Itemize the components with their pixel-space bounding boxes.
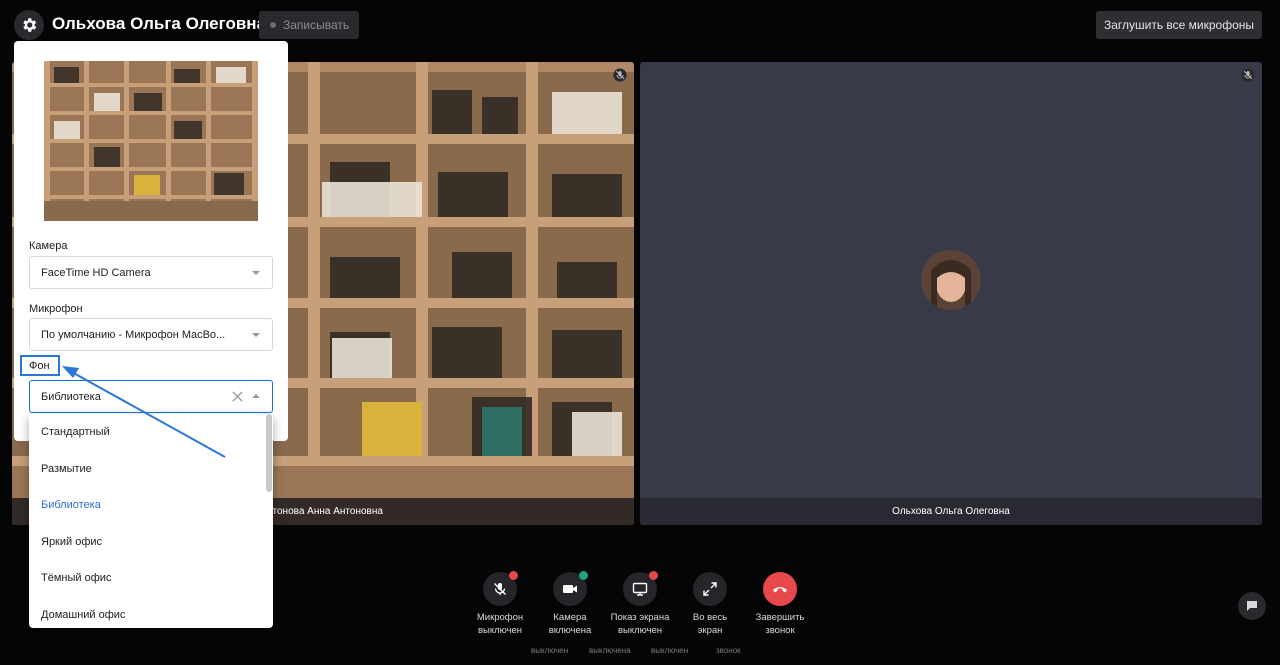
dropdown-option[interactable]: Яркий офис — [29, 524, 273, 561]
gear-icon — [23, 18, 37, 32]
dropdown-option[interactable]: Библиотека — [29, 487, 273, 524]
annotation-highlight-box — [20, 355, 60, 376]
status-badge — [579, 571, 588, 580]
hangup-circle[interactable] — [763, 572, 797, 606]
ghost-label: выключен — [651, 646, 689, 655]
settings-panel: Камера FaceTime HD Camera Микрофон По ум… — [14, 41, 288, 441]
control-screen-share-button[interactable]: Показ экрана выключен — [600, 571, 680, 637]
background-value: Библиотека — [41, 390, 101, 403]
dropdown-option[interactable]: Размытие — [29, 451, 273, 488]
control-label-line2: экран — [697, 625, 723, 636]
ghost-label: выключен — [531, 646, 569, 655]
control-label: Завершить звонок — [740, 611, 820, 637]
camera-preview — [44, 61, 258, 221]
status-badge — [509, 571, 518, 580]
control-label-line2: выключен — [617, 625, 663, 636]
control-mic-off-button[interactable]: Микрофон выключен — [460, 571, 540, 637]
dropdown-option[interactable]: Тёмный офис — [29, 560, 273, 597]
record-dot-icon — [270, 22, 276, 28]
microphone-value: По умолчанию - Микрофон MacBo... — [41, 328, 226, 341]
dropdown-option[interactable]: Домашний офис — [29, 597, 273, 629]
control-label: Показ экрана выключен — [600, 611, 680, 637]
screen-share-icon — [632, 581, 648, 597]
microphone-select[interactable]: По умолчанию - Микрофон MacBo... — [29, 318, 273, 351]
ghost-label: выключена — [589, 646, 631, 655]
control-label: Во весь экран — [670, 611, 750, 637]
video-tile-right[interactable]: Ольхова Ольга Олеговна — [640, 62, 1262, 525]
status-badge — [649, 571, 658, 580]
control-label-line1: Во весь — [692, 612, 728, 623]
control-label-line1: Микрофон — [476, 612, 524, 623]
avatar — [921, 250, 981, 310]
dropdown-scrollbar[interactable] — [266, 414, 272, 492]
tile-caption-right: Ольхова Ольга Олеговна — [640, 498, 1262, 525]
control-label-line1: Завершить — [755, 612, 805, 623]
clear-icon[interactable] — [231, 390, 244, 403]
fullscreen-circle[interactable] — [693, 572, 727, 606]
chat-icon — [1247, 601, 1257, 611]
fullscreen-icon — [702, 581, 718, 597]
mic-off-indicator-icon — [1241, 68, 1255, 82]
control-label-line1: Камера — [553, 612, 587, 623]
page-title: Ольхова Ольга Олеговна — [52, 14, 267, 33]
settings-gear-button[interactable] — [14, 10, 44, 40]
mic-off-icon — [492, 581, 508, 597]
dropdown-option[interactable]: Стандартный — [29, 414, 273, 451]
camera-label: Камера — [29, 240, 68, 252]
record-button[interactable]: Записывать — [259, 11, 359, 39]
camera-value: FaceTime HD Camera — [41, 266, 151, 279]
mic-off-circle[interactable] — [483, 571, 518, 606]
camera-select[interactable]: FaceTime HD Camera — [29, 256, 273, 289]
control-fullscreen-button[interactable]: Во весь экран — [670, 572, 750, 637]
background-select[interactable]: Библиотека — [29, 380, 273, 413]
control-label-line2: звонок — [765, 625, 795, 636]
chevron-down-icon — [252, 271, 260, 275]
control-camera-button[interactable]: Камера включена — [530, 571, 610, 637]
microphone-label: Микрофон — [29, 303, 83, 315]
chat-button[interactable] — [1238, 592, 1266, 620]
control-label-line1: Показ экрана — [610, 612, 670, 623]
mute-all-button[interactable]: Заглушить все микрофоны — [1096, 11, 1262, 39]
screen-share-circle[interactable] — [623, 571, 658, 606]
chevron-up-icon — [252, 394, 260, 398]
control-label-line2: включена — [548, 625, 592, 636]
control-hangup-button[interactable]: Завершить звонок — [740, 572, 820, 637]
record-label: Записывать — [283, 18, 350, 32]
camera-icon — [562, 581, 578, 597]
chevron-down-icon — [252, 333, 260, 337]
control-label: Камера включена — [530, 611, 610, 637]
mic-off-indicator-icon — [613, 68, 627, 82]
hangup-icon — [771, 580, 789, 598]
control-label: Микрофон выключен — [460, 611, 540, 637]
ghost-label: звонок — [716, 646, 741, 655]
camera-circle[interactable] — [553, 571, 588, 606]
background-dropdown: Стандартный Размытие Библиотека Яркий офис Т… — [29, 414, 273, 628]
control-label-line2: выключен — [477, 625, 523, 636]
